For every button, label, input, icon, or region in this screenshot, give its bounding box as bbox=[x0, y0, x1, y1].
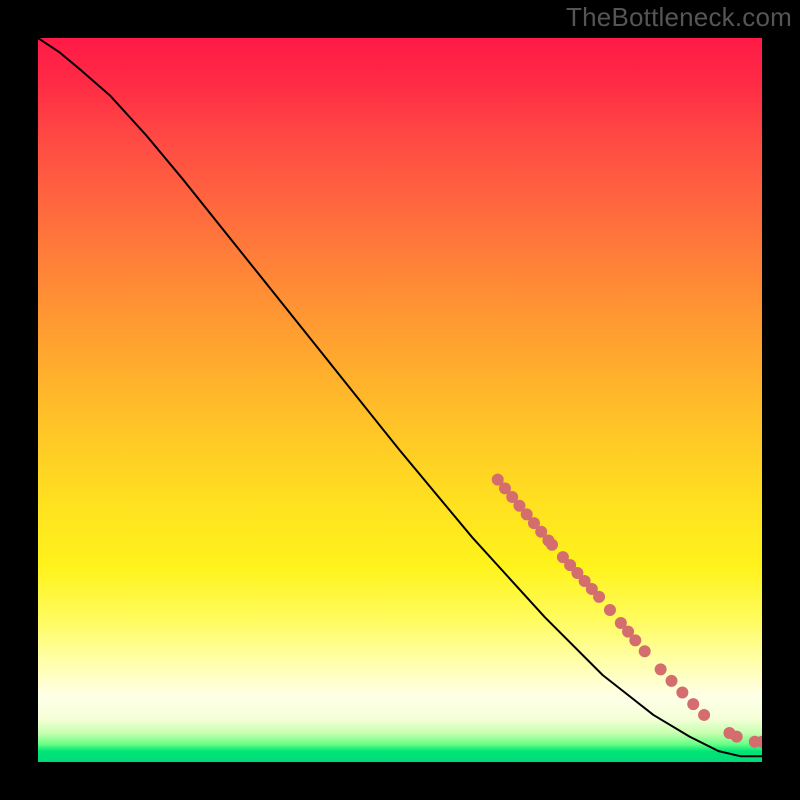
watermark-text: TheBottleneck.com bbox=[566, 2, 792, 33]
curve-marker bbox=[666, 675, 678, 687]
plot-svg bbox=[38, 38, 762, 762]
curve-marker bbox=[731, 731, 743, 743]
plot-area bbox=[38, 38, 762, 762]
curve-marker bbox=[629, 634, 641, 646]
curve-marker bbox=[593, 591, 605, 603]
curve-marker bbox=[655, 663, 667, 675]
curve-marker bbox=[546, 539, 558, 551]
curve-marker bbox=[698, 709, 710, 721]
chart-frame: TheBottleneck.com bbox=[0, 0, 800, 800]
bottleneck-curve bbox=[38, 38, 762, 756]
curve-marker bbox=[604, 604, 616, 616]
curve-marker bbox=[676, 687, 688, 699]
curve-marker bbox=[687, 698, 699, 710]
curve-markers bbox=[492, 474, 762, 748]
curve-marker bbox=[639, 645, 651, 657]
